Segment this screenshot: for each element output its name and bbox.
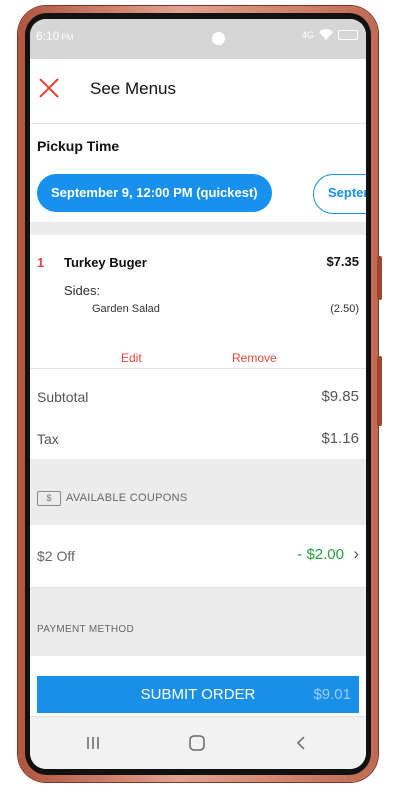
close-icon[interactable] <box>38 77 60 99</box>
coupons-section-header: $ AVAILABLE COUPONS <box>30 459 366 525</box>
status-bar: 6:10 PM 4G <box>30 19 366 59</box>
coupon-row[interactable]: $2 Off - $2.00 › <box>30 525 366 588</box>
item-name: Turkey Buger <box>64 255 147 270</box>
camera-icon <box>212 32 225 45</box>
submit-order-label: SUBMIT ORDER <box>140 686 256 703</box>
submit-order-amount: $9.01 <box>313 686 351 703</box>
header: See Menus <box>30 59 366 124</box>
power-button <box>377 356 382 426</box>
item-price: $7.35 <box>326 254 359 269</box>
pickup-option[interactable]: Septem <box>313 174 366 214</box>
coupons-section-label: AVAILABLE COUPONS <box>66 492 188 504</box>
page-title: See Menus <box>90 79 176 98</box>
pickup-option-selected[interactable]: September 9, 12:00 PM (quickest) <box>37 174 272 212</box>
status-time: 6:10 PM <box>36 29 74 43</box>
sides-label: Sides: <box>64 283 101 298</box>
home-icon[interactable] <box>182 731 212 755</box>
chevron-right-icon: › <box>353 544 359 563</box>
coupon-icon: $ <box>37 491 61 506</box>
edit-item-button[interactable]: Edit <box>121 351 142 365</box>
submit-order-button[interactable]: SUBMIT ORDER $9.01 <box>37 676 359 713</box>
wifi-icon <box>319 29 333 40</box>
side-price: (2.50) <box>330 303 359 315</box>
coupon-name: $2 Off <box>37 548 75 564</box>
pickup-time-heading: Pickup Time <box>37 138 120 154</box>
remove-item-button[interactable]: Remove <box>232 351 277 365</box>
system-nav-bar <box>30 716 366 769</box>
subtotal-value: $9.85 <box>321 388 359 405</box>
back-icon[interactable] <box>286 731 316 755</box>
pickup-time-options: September 9, 12:00 PM (quickest) Septem <box>30 164 366 222</box>
item-quantity: 1 <box>37 255 45 270</box>
payment-section-header: PAYMENT METHOD <box>30 588 366 656</box>
recent-apps-icon[interactable] <box>78 731 108 755</box>
coupon-amount: - $2.00 <box>297 546 344 563</box>
network-label: 4G <box>301 29 314 40</box>
volume-button <box>377 256 382 300</box>
screen: 6:10 PM 4G See Menus Pickup Time Septembe… <box>30 19 366 769</box>
tax-label: Tax <box>37 431 59 447</box>
payment-section-label: PAYMENT METHOD <box>37 624 134 635</box>
divider <box>30 222 366 235</box>
battery-icon <box>338 29 358 40</box>
phone-frame: 6:10 PM 4G See Menus Pickup Time Septembe… <box>18 6 382 782</box>
order-item: 1 Turkey Buger $7.35 Sides: Garden Salad… <box>30 235 366 369</box>
phone-bezel: 6:10 PM 4G See Menus Pickup Time Septembe… <box>25 13 371 775</box>
subtotal-row: Subtotal $9.85 <box>30 375 366 417</box>
tax-row: Tax $1.16 <box>30 417 366 459</box>
subtotal-label: Subtotal <box>37 389 89 405</box>
status-icons: 4G <box>302 29 358 40</box>
side-name: Garden Salad <box>92 303 160 315</box>
tax-value: $1.16 <box>321 430 359 447</box>
